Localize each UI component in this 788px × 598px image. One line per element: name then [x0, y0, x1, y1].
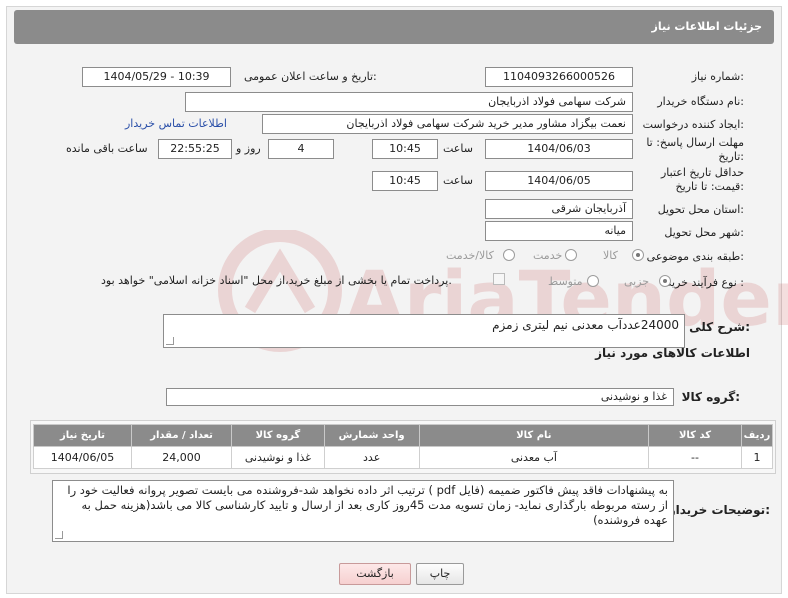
need-number-field: 1104093266000526	[485, 67, 633, 87]
notes-resize-handle[interactable]	[55, 531, 63, 539]
announce-datetime-field: 1404/05/29 - 10:39	[82, 67, 231, 87]
category-goods-label: کالا	[603, 249, 618, 262]
price-validity-time: 10:45	[372, 171, 438, 191]
treasury-note: پرداخت تمام یا بخشی از مبلغ خرید،از محل …	[101, 274, 452, 287]
col-row: ردیف	[740, 424, 774, 447]
page-header: جزئیات اطلاعات نیاز	[14, 10, 774, 44]
purchase-minor-label: جزیی	[624, 275, 650, 288]
category-service-radio[interactable]	[565, 249, 577, 261]
col-code: کد کالا	[648, 424, 742, 447]
category-both-radio[interactable]	[503, 249, 515, 261]
col-need-date: تاریخ نیاز	[32, 424, 133, 447]
city-field: میانه	[485, 221, 633, 241]
reply-deadline-label: مهلت ارسال پاسخ: تا تاریخ:	[646, 136, 744, 163]
col-group: گروه کالا	[231, 424, 325, 447]
back-button[interactable]: بازگشت	[339, 563, 411, 585]
items-table-header: ردیف کد کالا نام کالا واحد شمارش گروه کا…	[32, 424, 774, 447]
treasury-checkbox[interactable]	[493, 273, 505, 285]
purchase-medium-radio[interactable]	[587, 275, 599, 287]
page-title: جزئیات اطلاعات نیاز	[651, 20, 763, 33]
goods-group-field: غذا و نوشیدنی	[166, 388, 674, 406]
category-goods-radio[interactable]	[632, 249, 644, 261]
cell-quantity: 24,000	[131, 446, 233, 469]
requester-label: ایجاد کننده درخواست:	[642, 118, 744, 131]
description-field: 24000عددآب معدنی نیم لیتری زمزم	[163, 314, 685, 348]
print-button[interactable]: چاپ	[416, 563, 464, 585]
purchase-medium-label: متوسط	[548, 275, 583, 288]
reply-time-label: ساعت	[443, 142, 473, 155]
reply-deadline-time: 10:45	[372, 139, 438, 159]
requester-field: نعمت بیگزاد مشاور مدیر خرید شرکت سهامی ف…	[262, 114, 633, 134]
category-service-label: خدمت	[533, 249, 563, 262]
price-time-label: ساعت	[443, 174, 473, 187]
cell-unit: عدد	[323, 446, 420, 469]
buyer-org-label: نام دستگاه خریدار:	[657, 95, 744, 108]
remaining-label: ساعت باقی مانده	[66, 142, 148, 155]
need-number-label: شماره نیاز:	[691, 70, 744, 83]
province-label: استان محل تحویل:	[657, 203, 744, 216]
cell-code: --	[648, 446, 742, 469]
description-text: 24000عددآب معدنی نیم لیتری زمزم	[492, 318, 679, 332]
cell-name: آب معدنی	[418, 446, 650, 469]
buyer-contact-link[interactable]: اطلاعات تماس خریدار	[125, 117, 227, 130]
buyer-notes-label: توضیحات خریدار:	[668, 503, 770, 517]
city-label: شهر محل تحویل:	[664, 226, 744, 239]
table-row: 1 -- آب معدنی عدد غذا و نوشیدنی 24,000 1…	[32, 446, 774, 469]
province-field: آذربایجان شرقی	[485, 199, 633, 219]
resize-handle[interactable]	[166, 337, 174, 345]
goods-group-label: گروه کالا:	[681, 390, 740, 404]
price-validity-date: 1404/06/05	[485, 171, 633, 191]
buyer-notes-field: به پیشنهادات فاقد پیش فاکتور ضمیمه (فایل…	[52, 480, 674, 542]
buyer-org-field: شرکت سهامی فولاد اذربایجان	[185, 92, 633, 112]
purchase-type-label: نوع فرآیند خرید :	[666, 276, 744, 289]
category-both-label: کالا/خدمت	[446, 249, 494, 262]
buyer-notes-text: به پیشنهادات فاقد پیش فاکتور ضمیمه (فایل…	[67, 483, 668, 527]
col-quantity: تعداد / مقدار	[131, 424, 233, 447]
reply-deadline-date: 1404/06/03	[485, 139, 633, 159]
purchase-minor-radio[interactable]	[659, 275, 671, 287]
remaining-days: 4	[268, 139, 334, 159]
items-table: ردیف کد کالا نام کالا واحد شمارش گروه کا…	[32, 424, 774, 469]
announce-datetime-label: تاریخ و ساعت اعلان عمومی:	[244, 70, 377, 83]
cell-group: غذا و نوشیدنی	[231, 446, 325, 469]
remaining-time: 22:55:25	[158, 139, 232, 159]
days-label: روز و	[236, 142, 261, 155]
category-label: طبقه بندی موضوعی:	[646, 250, 744, 263]
cell-row: 1	[740, 446, 774, 469]
price-validity-label: حداقل تاریخ اعتبار قیمت: تا تاریخ:	[660, 166, 744, 193]
col-name: نام کالا	[418, 424, 650, 447]
col-unit: واحد شمارش	[323, 424, 420, 447]
goods-section-title: اطلاعات کالاهای مورد نیاز	[595, 346, 750, 360]
cell-need-date: 1404/06/05	[32, 446, 133, 469]
